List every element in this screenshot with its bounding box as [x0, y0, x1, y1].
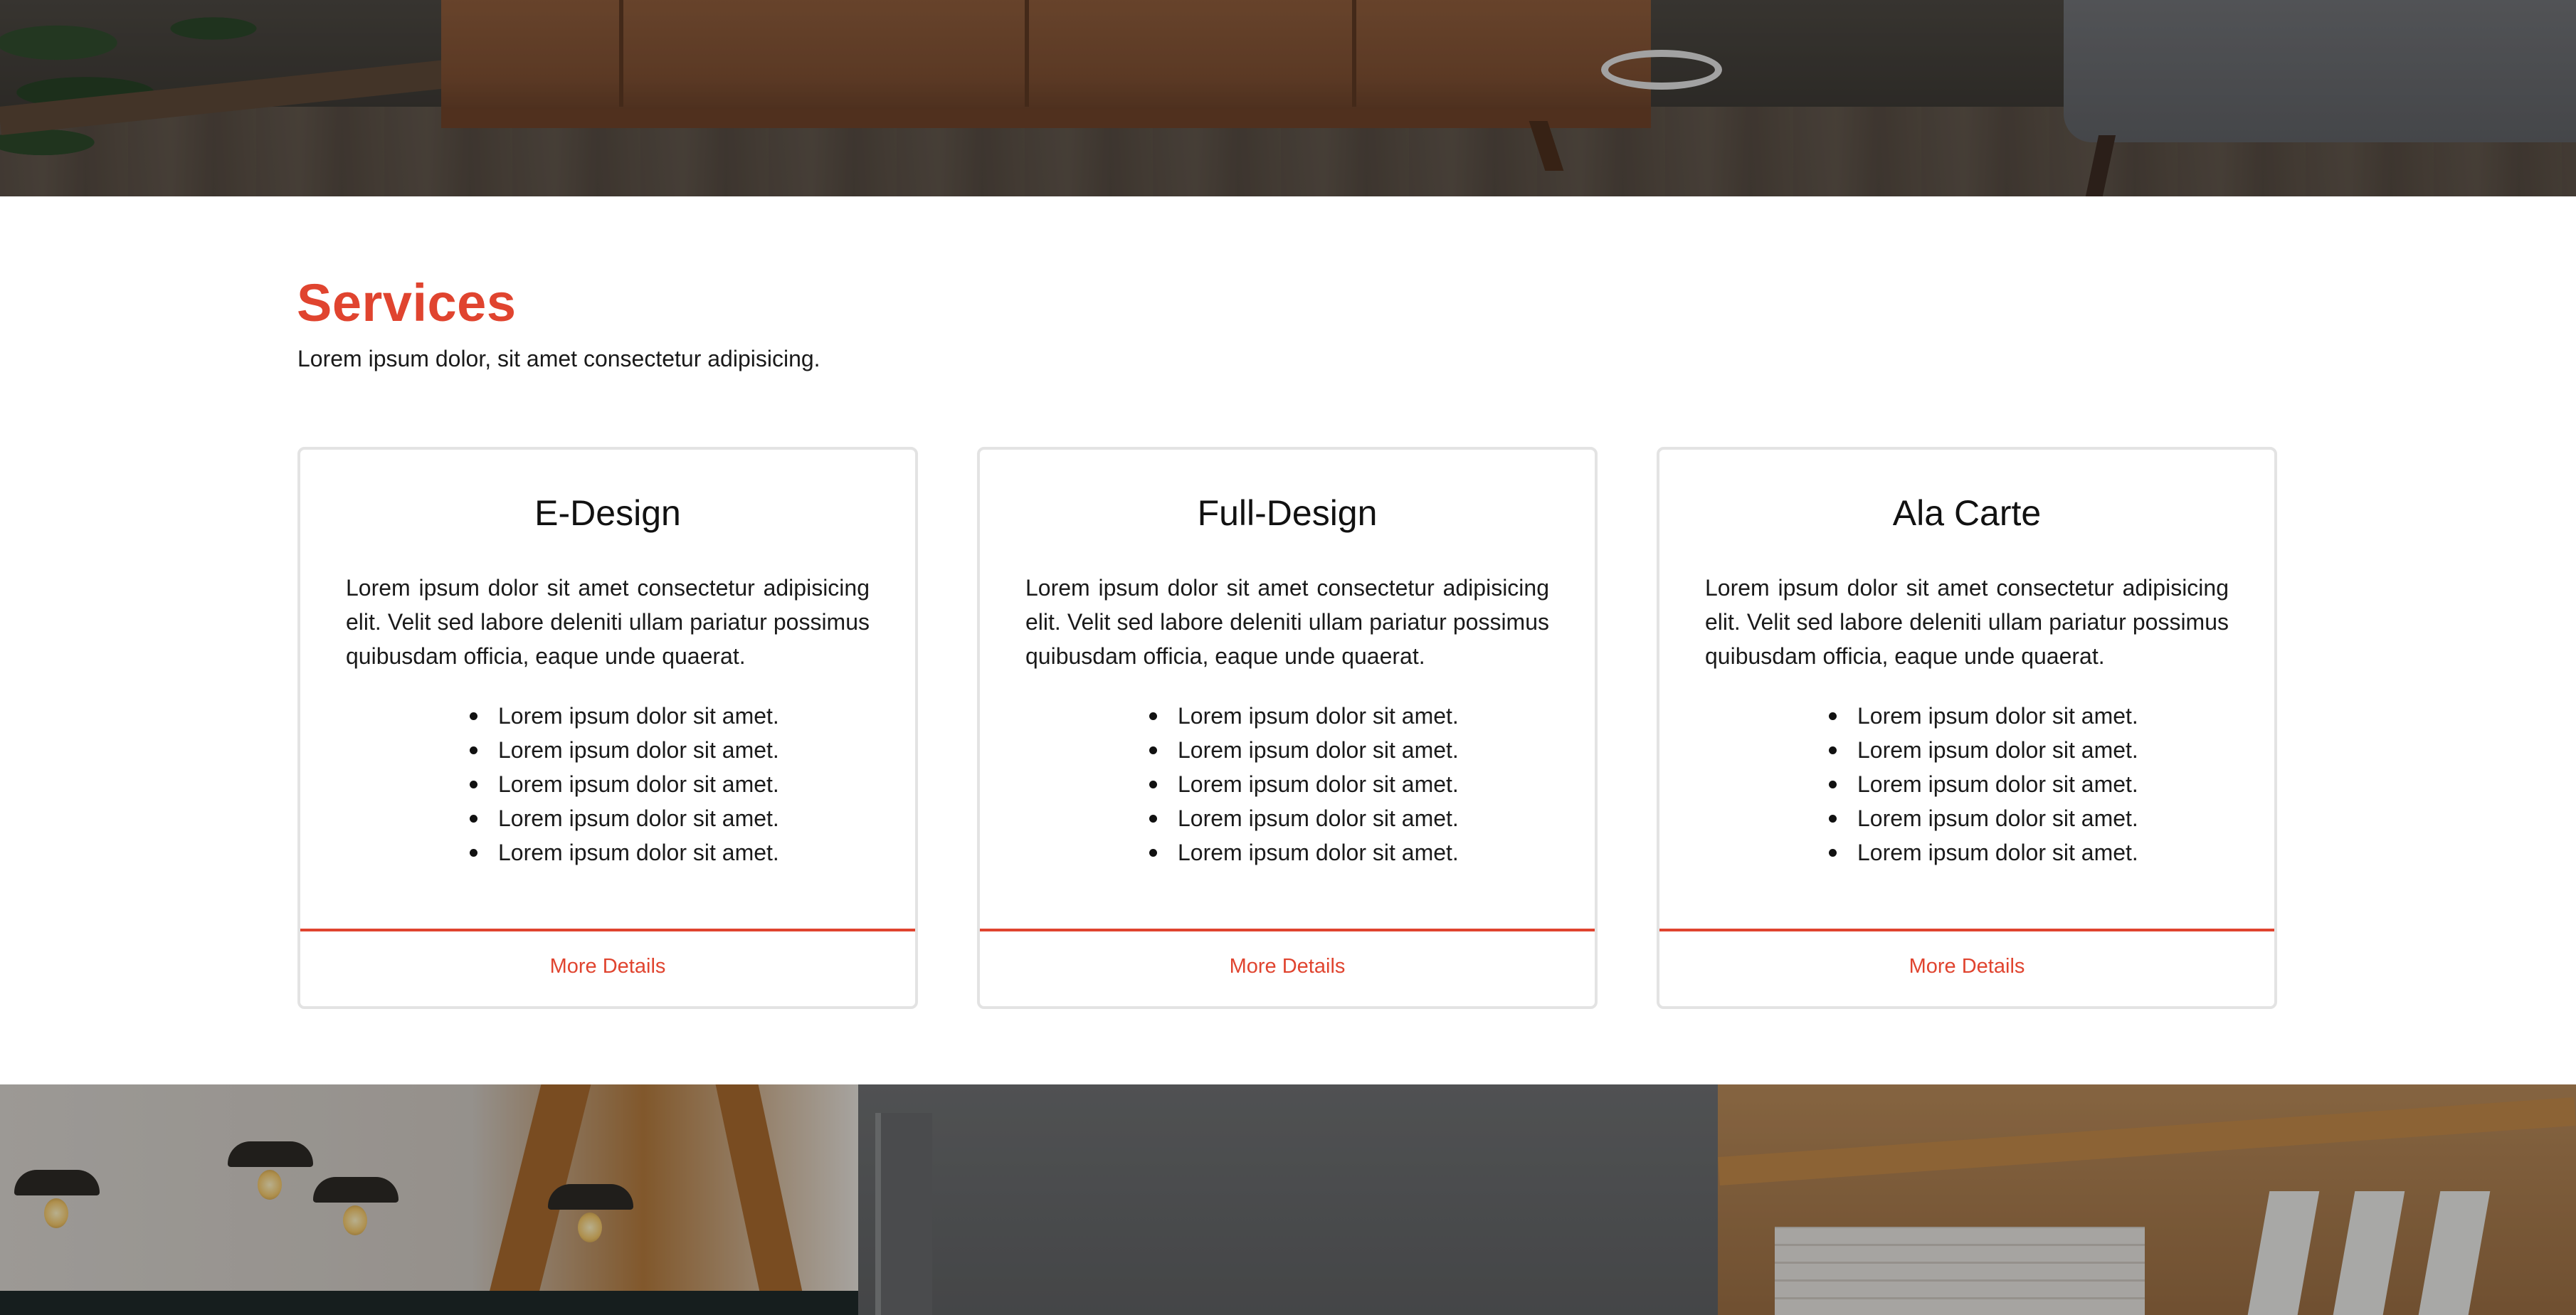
- list-item-text: Lorem ipsum dolor sit amet.: [1178, 771, 1459, 797]
- card-description: Lorem ipsum dolor sit amet consectetur a…: [1705, 575, 2229, 669]
- image-overlay: [1718, 1084, 2576, 1315]
- card-title: E-Design: [534, 493, 681, 533]
- bullet-icon: [1829, 815, 1837, 823]
- list-item: Lorem ipsum dolor sit amet.: [470, 801, 779, 835]
- list-item: Lorem ipsum dolor sit amet.: [1829, 733, 2138, 767]
- list-item-text: Lorem ipsum dolor sit amet.: [1857, 703, 2138, 729]
- card-feature-list: Lorem ipsum dolor sit amet. Lorem ipsum …: [1149, 699, 1459, 870]
- list-item: Lorem ipsum dolor sit amet.: [470, 767, 779, 801]
- list-item-text: Lorem ipsum dolor sit amet.: [1857, 737, 2138, 763]
- list-item-text: Lorem ipsum dolor sit amet.: [498, 771, 779, 797]
- list-item-text: Lorem ipsum dolor sit amet.: [1178, 737, 1459, 763]
- list-item: Lorem ipsum dolor sit amet.: [1829, 699, 2138, 733]
- list-item-text: Lorem ipsum dolor sit amet.: [1178, 806, 1459, 831]
- services-subtitle: Lorem ipsum dolor, sit amet consectetur …: [297, 346, 820, 371]
- bullet-icon: [1829, 746, 1837, 754]
- bullet-icon: [470, 781, 477, 788]
- gallery-image-room: [858, 1084, 1718, 1315]
- list-item: Lorem ipsum dolor sit amet.: [1149, 699, 1459, 733]
- list-item: Lorem ipsum dolor sit amet.: [470, 699, 779, 733]
- hero-overlay: [0, 0, 2576, 196]
- list-item-text: Lorem ipsum dolor sit amet.: [1857, 771, 2138, 797]
- bullet-icon: [470, 712, 477, 720]
- bullet-icon: [470, 746, 477, 754]
- more-details-link[interactable]: More Details: [980, 955, 1595, 978]
- list-item-text: Lorem ipsum dolor sit amet.: [1178, 840, 1459, 865]
- list-item: Lorem ipsum dolor sit amet.: [1149, 767, 1459, 801]
- card-divider: [980, 929, 1595, 931]
- gallery-strip: [0, 1084, 2576, 1315]
- card-title: Full-Design: [1197, 493, 1378, 533]
- bullet-icon: [1149, 746, 1157, 754]
- list-item: Lorem ipsum dolor sit amet.: [1829, 835, 2138, 870]
- list-item: Lorem ipsum dolor sit amet.: [1829, 767, 2138, 801]
- gallery-image-kitchen: [0, 1084, 858, 1315]
- list-item: Lorem ipsum dolor sit amet.: [470, 733, 779, 767]
- service-card-ala-carte: Ala Carte Lorem ipsum dolor sit amet con…: [1657, 447, 2277, 1009]
- bullet-icon: [1149, 712, 1157, 720]
- list-item-text: Lorem ipsum dolor sit amet.: [1178, 703, 1459, 729]
- list-item-text: Lorem ipsum dolor sit amet.: [498, 806, 779, 831]
- bullet-icon: [470, 815, 477, 823]
- list-item: Lorem ipsum dolor sit amet.: [470, 835, 779, 870]
- list-item-text: Lorem ipsum dolor sit amet.: [498, 703, 779, 729]
- list-item: Lorem ipsum dolor sit amet.: [1149, 835, 1459, 870]
- card-description: Lorem ipsum dolor sit amet consectetur a…: [1025, 575, 1549, 669]
- list-item: Lorem ipsum dolor sit amet.: [1149, 733, 1459, 767]
- bullet-icon: [1149, 815, 1157, 823]
- list-item-text: Lorem ipsum dolor sit amet.: [498, 737, 779, 763]
- bullet-icon: [1149, 781, 1157, 788]
- card-divider: [300, 929, 915, 931]
- image-overlay: [858, 1084, 1718, 1315]
- image-overlay: [0, 1084, 858, 1315]
- bullet-icon: [1149, 849, 1157, 857]
- services-section: Services Lorem ipsum dolor, sit amet con…: [0, 196, 2576, 1084]
- card-feature-list: Lorem ipsum dolor sit amet. Lorem ipsum …: [1829, 699, 2138, 870]
- card-divider: [1659, 929, 2274, 931]
- list-item: Lorem ipsum dolor sit amet.: [1829, 801, 2138, 835]
- list-item-text: Lorem ipsum dolor sit amet.: [498, 840, 779, 865]
- gallery-image-attic: [1718, 1084, 2576, 1315]
- bullet-icon: [470, 849, 477, 857]
- list-item-text: Lorem ipsum dolor sit amet.: [1857, 806, 2138, 831]
- bullet-icon: [1829, 781, 1837, 788]
- list-item-text: Lorem ipsum dolor sit amet.: [1857, 840, 2138, 865]
- bullet-icon: [1829, 849, 1837, 857]
- more-details-link[interactable]: More Details: [300, 955, 915, 978]
- services-title: Services: [297, 273, 517, 332]
- service-card-e-design: E-Design Lorem ipsum dolor sit amet cons…: [297, 447, 918, 1009]
- more-details-link[interactable]: More Details: [1659, 955, 2274, 978]
- bullet-icon: [1829, 712, 1837, 720]
- card-title: Ala Carte: [1892, 493, 2042, 533]
- hero-image: [0, 0, 2576, 196]
- list-item: Lorem ipsum dolor sit amet.: [1149, 801, 1459, 835]
- card-feature-list: Lorem ipsum dolor sit amet. Lorem ipsum …: [470, 699, 779, 870]
- card-description: Lorem ipsum dolor sit amet consectetur a…: [346, 575, 870, 669]
- service-card-full-design: Full-Design Lorem ipsum dolor sit amet c…: [977, 447, 1598, 1009]
